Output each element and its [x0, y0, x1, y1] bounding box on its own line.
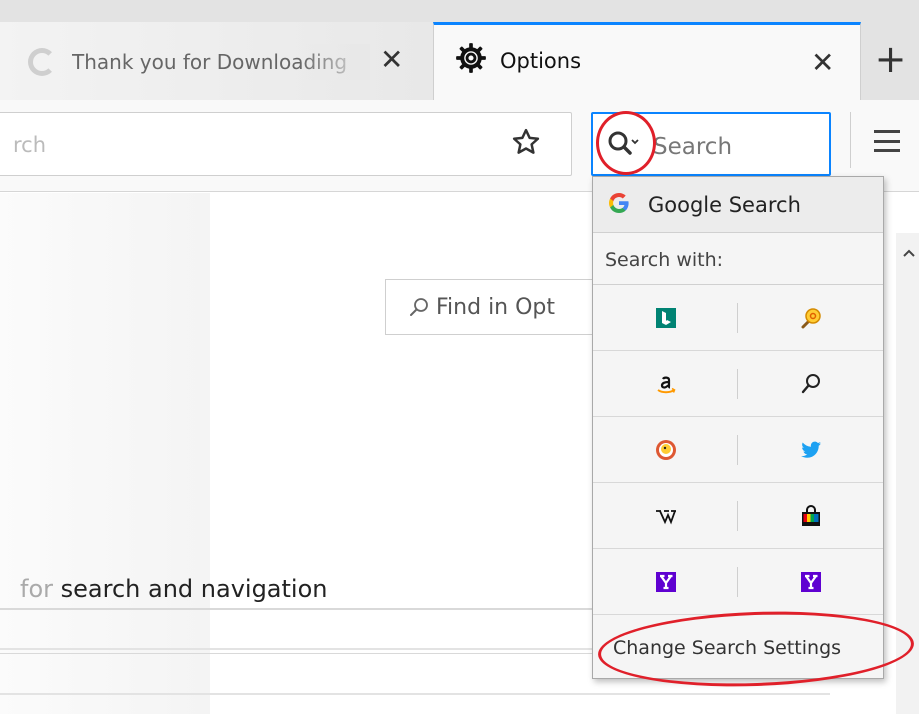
engine-button-shopping[interactable] [738, 483, 883, 549]
close-icon[interactable]: ✕ [811, 49, 834, 77]
duckduckgo-icon [655, 440, 676, 460]
search-placeholder: Search [653, 134, 733, 160]
plus-icon[interactable]: + [862, 22, 919, 100]
amazon-icon [656, 376, 675, 394]
default-engine-label: Google Search [648, 193, 801, 217]
engine-row [593, 549, 883, 615]
tab-options[interactable]: Options ✕ [433, 22, 861, 100]
search-with-label: Search with: [605, 249, 724, 271]
engine-button-yahoo-2[interactable] [738, 549, 883, 615]
default-engine-item[interactable]: Google Search [593, 177, 883, 233]
engine-button-twitter[interactable] [738, 417, 883, 483]
gear-icon [456, 43, 486, 73]
engine-button-amazon[interactable] [593, 351, 738, 417]
find-placeholder: Find in Opt [436, 295, 556, 320]
engine-button-yahoo[interactable] [593, 549, 738, 615]
section-heading-text: search and navigation [60, 575, 328, 603]
section-heading: for search and navigation [20, 575, 327, 603]
engine-button-duckduckgo[interactable] [593, 417, 738, 483]
url-bar-placeholder: rch [13, 133, 47, 157]
url-bar[interactable]: rch [0, 112, 572, 176]
search-icon [801, 374, 820, 394]
hamburger-icon[interactable] [874, 130, 900, 152]
mail-ru-icon [801, 308, 821, 329]
engine-row [593, 351, 883, 417]
tab-strip: Thank you for Downloading ✕ Options ✕ + [0, 0, 919, 100]
engine-grid [593, 285, 883, 615]
yahoo-icon [800, 572, 821, 592]
search-icon [410, 298, 428, 316]
wikipedia-icon [655, 510, 676, 525]
close-icon[interactable]: ✕ [380, 46, 403, 74]
engine-button-bing[interactable] [593, 285, 738, 351]
scroll-up-icon[interactable] [902, 248, 916, 258]
toolbar-separator [850, 112, 851, 168]
engine-button-wikipedia[interactable] [593, 483, 738, 549]
find-in-options-input[interactable]: Find in Opt [385, 279, 595, 335]
tab-thank-you[interactable]: Thank you for Downloading ✕ [0, 22, 433, 100]
section-heading-prefix: for [20, 575, 61, 603]
bing-icon [655, 308, 676, 328]
engine-row [593, 285, 883, 351]
yahoo-icon [655, 572, 676, 592]
comodo-logo-icon [28, 48, 56, 76]
tab-label-fade [300, 44, 370, 80]
engine-row [593, 417, 883, 483]
engine-button-generic-search[interactable] [738, 351, 883, 417]
twitter-icon [800, 441, 821, 458]
tab-label: Options [500, 49, 582, 73]
annotation-circle [596, 111, 656, 175]
google-icon [609, 193, 629, 213]
search-engine-popup: Google Search Search with: Change Search… [592, 176, 884, 679]
shopping-bag-icon [801, 505, 820, 526]
engine-button-mailru[interactable] [738, 285, 883, 351]
engine-row [593, 483, 883, 549]
star-icon[interactable] [511, 127, 541, 157]
